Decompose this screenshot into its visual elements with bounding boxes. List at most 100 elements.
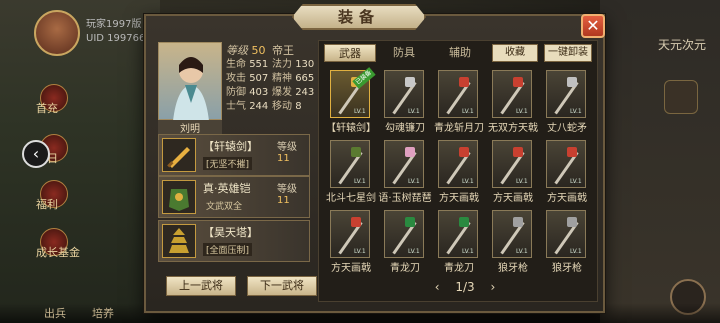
weapon-head — [567, 77, 577, 87]
player-avatar[interactable] — [34, 10, 80, 56]
item-level: LV.1 — [354, 248, 366, 255]
hero-figure-icon — [173, 57, 209, 121]
inventory-item[interactable]: LV.1 青龙斩月刀 — [432, 68, 486, 136]
item-level: LV.1 — [462, 178, 474, 185]
stat-label: 生命 — [226, 59, 246, 70]
stat-value: 403 — [249, 87, 269, 98]
hero-stats: 等级 50 帝王 生命 551 法力 130 攻击 507 精神 665 防御 … — [226, 44, 318, 114]
inventory-item[interactable]: LV.1 方天画戟 — [540, 138, 594, 206]
stat-row: 生命 551 法力 130 — [226, 58, 318, 72]
inventory-item[interactable]: LV.1 方天画戟 — [432, 138, 486, 206]
weapon-head — [513, 217, 523, 227]
item-level: LV.1 — [408, 248, 420, 255]
inventory-item[interactable]: LV.1 方天画戟 — [324, 208, 378, 276]
item-name: 方天画戟 — [439, 193, 479, 204]
unload-all-button[interactable]: 一键卸装 — [544, 44, 592, 62]
stat-value: 8 — [295, 101, 302, 112]
stat-value: 551 — [249, 59, 269, 70]
prev-hero-button[interactable]: 上一武将 — [166, 276, 236, 296]
dialog-title: 装备 — [292, 4, 426, 30]
stat-row: 等级 50 帝王 — [226, 44, 318, 58]
page-indicator: 1/3 — [455, 280, 475, 294]
stat-label: 精神 — [272, 73, 292, 84]
item-level: LV.1 — [570, 178, 582, 185]
inventory-item[interactable]: LV.1 狼牙枪 — [486, 208, 540, 276]
inventory-item[interactable]: LV.1 无双方天戟 — [486, 68, 540, 136]
armor-icon — [162, 180, 196, 214]
left-menu-label: 首充 — [36, 102, 58, 115]
ranking-icon[interactable] — [664, 80, 698, 114]
weapon-head — [567, 147, 577, 157]
weapon-head — [351, 217, 361, 227]
stat-label: 士气 — [226, 101, 246, 112]
inventory-item[interactable]: LV.1 方天画戟 — [486, 138, 540, 206]
tab-armor[interactable]: 防具 — [384, 44, 424, 62]
collect-button[interactable]: 收藏 — [492, 44, 538, 62]
prev-page-icon[interactable]: ‹ — [435, 280, 440, 294]
stat-row: 防御 403 爆发 243 — [226, 86, 318, 100]
back-arrow-icon[interactable]: ‹ — [22, 140, 50, 168]
level-label: 等级 — [277, 142, 297, 153]
tab-weapon[interactable]: 武器 — [324, 44, 376, 62]
equipped-weapon-slot[interactable]: 【轩辕剑】 等级11 [无坚不摧] — [158, 134, 310, 176]
level-value: 11 — [277, 153, 290, 164]
weapon-head — [459, 147, 469, 157]
equipped-armor-slot[interactable]: 真·英雄铠 等级11 文武双全 — [158, 176, 310, 218]
stat-row: 士气 244 移动 8 — [226, 100, 318, 114]
equipped-level: 等级11 — [277, 180, 309, 206]
item-level: LV.1 — [570, 248, 582, 255]
level-value: 11 — [277, 195, 290, 206]
equipped-desc: [无坚不摧] — [203, 157, 253, 170]
item-name: 方天画戟 — [547, 193, 587, 204]
item-name: 狼牙枪 — [552, 263, 582, 274]
equipped-name: 【昊天塔】 — [203, 226, 258, 239]
pager: ‹ 1/3 › — [425, 280, 505, 296]
weapon-head — [351, 147, 361, 157]
inventory-item[interactable]: LV.1 青龙刀 — [432, 208, 486, 276]
left-menu-label: 福利 — [36, 198, 58, 211]
equipped-accessory-slot[interactable]: 【昊天塔】 [全面压制] — [158, 220, 310, 262]
inventory-item[interactable]: LV.1 语·玉树琵琶 — [378, 138, 432, 206]
inventory-item[interactable]: LV.1 北斗七星剑 — [324, 138, 378, 206]
item-name: 方天画戟 — [331, 263, 371, 274]
sword-icon — [162, 138, 196, 172]
next-hero-button[interactable]: 下一武将 — [247, 276, 317, 296]
close-button[interactable]: ✕ — [581, 14, 605, 38]
item-name: 无双方天戟 — [488, 123, 538, 134]
player-name: 玩家1997版 — [86, 19, 142, 30]
inventory-item[interactable]: LV.1 丈八蛇矛 — [540, 68, 594, 136]
item-name: 北斗七星剑 — [326, 193, 376, 204]
hero-portrait — [158, 42, 222, 121]
equipped-desc: 文武双全 — [206, 202, 243, 212]
item-name: 语·玉树琵琶 — [378, 193, 432, 204]
stat-label: 等级 — [226, 44, 248, 57]
item-level: LV.1 — [516, 248, 528, 255]
item-level: LV.1 — [516, 178, 528, 185]
inventory-item[interactable]: LV.1 狼牙枪 — [540, 208, 594, 276]
item-name: 青龙刀 — [444, 263, 474, 274]
equipped-desc: [全面压制] — [203, 243, 253, 256]
bottom-nav-item[interactable]: 培养 — [92, 305, 114, 321]
equipped-badge: 已装备 — [352, 67, 376, 89]
inventory-item[interactable]: LV.1 青龙刀 — [378, 208, 432, 276]
left-menu-label: 成长基金 — [36, 246, 80, 259]
inventory-item[interactable]: LV.1 勾魂镰刀 — [378, 68, 432, 136]
player-uid: UID 1997669 — [86, 33, 152, 44]
equipped-name: 真·英雄铠 — [203, 182, 251, 195]
weapon-head — [405, 77, 415, 87]
item-name: 青龙刀 — [390, 263, 420, 274]
item-level: LV.1 — [462, 248, 474, 255]
weapon-head — [405, 217, 415, 227]
inventory-item[interactable]: 已装备 LV.1 【轩辕剑】 — [324, 67, 378, 136]
item-name: 勾魂镰刀 — [385, 123, 425, 134]
stat-value: 507 — [249, 73, 269, 84]
next-page-icon[interactable]: › — [490, 280, 495, 294]
item-level: LV.1 — [408, 108, 420, 115]
equipped-level: 等级11 — [277, 138, 309, 164]
stat-label: 攻击 — [226, 73, 246, 84]
item-name: 狼牙枪 — [498, 263, 528, 274]
tab-accessory[interactable]: 辅助 — [440, 44, 480, 62]
weapon-head — [567, 217, 577, 227]
bottom-nav-item[interactable]: 出兵 — [44, 305, 66, 321]
stat-value: 130 — [295, 59, 315, 70]
